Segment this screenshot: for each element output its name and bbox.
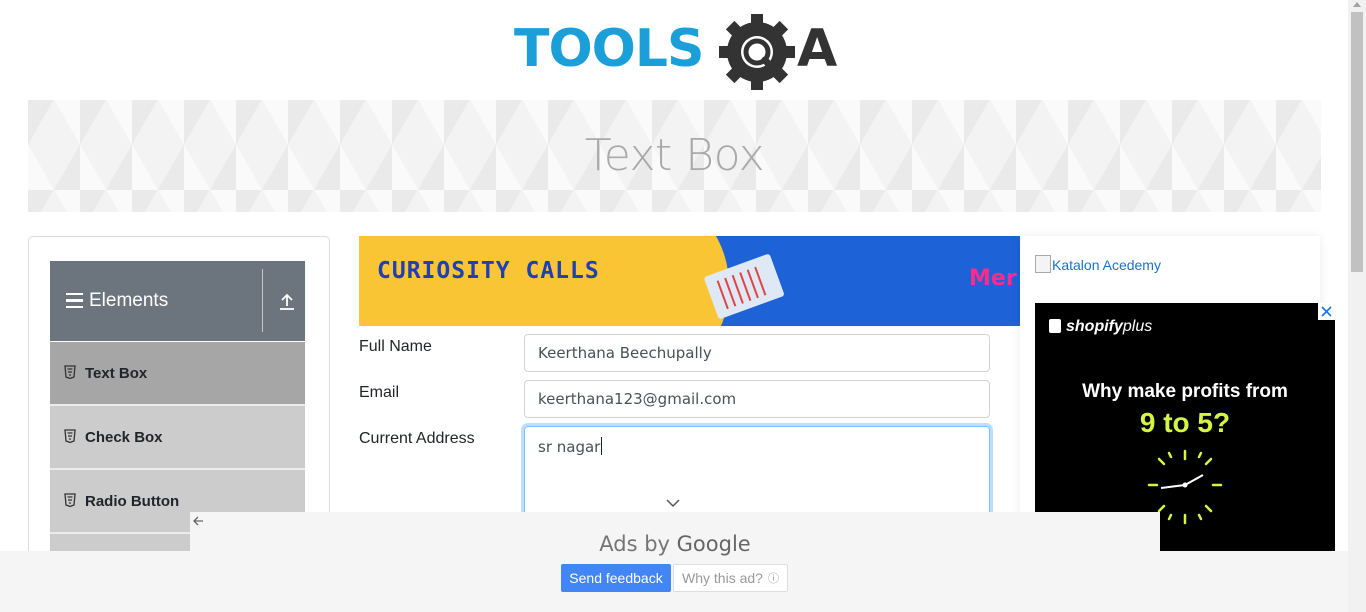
current-address-textarea[interactable]: sr nagar — [524, 426, 990, 526]
sidebar-item-label: Check Box — [85, 429, 163, 446]
logo-text-tools: TOOLS — [514, 19, 703, 79]
group-header-elements[interactable]: Elements — [50, 261, 305, 341]
current-address-label: Current Address — [359, 430, 475, 447]
shopify-plus-logo: shopifyplus — [1049, 318, 1152, 336]
ad-headline: CURIOSITY CALLS — [377, 258, 600, 284]
email-label: Email — [359, 384, 400, 401]
shopify-headline: Why make profits from — [1082, 381, 1288, 402]
chevron-down-icon[interactable] — [666, 498, 680, 508]
ads-by-google: Ads by Google — [190, 532, 1160, 556]
html5-icon — [64, 365, 76, 379]
sidebar-item-text-box[interactable]: Text Box — [50, 342, 305, 406]
page-scrollbar[interactable] — [1348, 0, 1366, 612]
ad-brand: Mer — [969, 266, 1017, 291]
info-icon: ⓘ — [767, 573, 779, 585]
current-address-value: sr nagar — [538, 438, 601, 456]
katalon-academy-link[interactable]: Katalon Acedemy — [1035, 255, 1161, 273]
toolsqa-logo[interactable]: TOOLS A — [514, 14, 840, 92]
full-name-label: Full Name — [359, 338, 432, 355]
collapse-up-icon[interactable] — [278, 293, 296, 311]
group-title: Elements — [89, 290, 169, 311]
page-title: Text Box — [584, 130, 765, 181]
why-this-ad-button[interactable]: Why this ad? ⓘ — [673, 564, 788, 592]
google-ads-overlay: Ads by Google Send feedback Why this ad?… — [190, 512, 1160, 612]
divider — [262, 269, 263, 332]
test-tube-image — [704, 254, 784, 319]
shopify-brand: shopify — [1066, 318, 1123, 335]
sidebar-item-label: Radio Button — [85, 493, 180, 510]
ads-by-text: Ads by — [599, 532, 670, 556]
send-feedback-button[interactable]: Send feedback — [561, 564, 671, 592]
scrollbar-thumb[interactable] — [1351, 12, 1363, 272]
page-banner: Text Box — [28, 100, 1321, 212]
scroll-up-arrow-icon[interactable] — [1353, 2, 1361, 7]
hamburger-icon — [66, 293, 83, 309]
full-name-input[interactable]: Keerthana Beechupally — [524, 334, 990, 372]
google-wordmark: Google — [676, 532, 751, 556]
shopify-highlight: 9 to 5? — [1139, 407, 1231, 438]
gear-magnifier-icon — [719, 14, 795, 90]
katalon-alt-text: Katalon Acedemy — [1052, 257, 1161, 273]
html5-icon — [64, 429, 76, 443]
why-this-ad-label: Why this ad? — [682, 570, 763, 586]
ad-banner[interactable]: CURIOSITY CALLS Mer — [359, 236, 1020, 326]
html5-icon — [64, 493, 76, 507]
logo-text-a: A — [797, 19, 837, 79]
back-arrow-icon[interactable] — [192, 515, 204, 527]
text-caret — [601, 437, 603, 455]
broken-image-icon — [1035, 255, 1051, 273]
sidebar-item-label: Text Box — [85, 365, 148, 382]
sidebar-item-check-box[interactable]: Check Box — [50, 406, 305, 470]
shopify-brand-suffix: plus — [1122, 318, 1153, 335]
close-icon[interactable] — [1318, 303, 1335, 320]
shopify-bag-icon — [1049, 319, 1061, 333]
email-input[interactable]: keerthana123@gmail.com — [524, 380, 990, 418]
